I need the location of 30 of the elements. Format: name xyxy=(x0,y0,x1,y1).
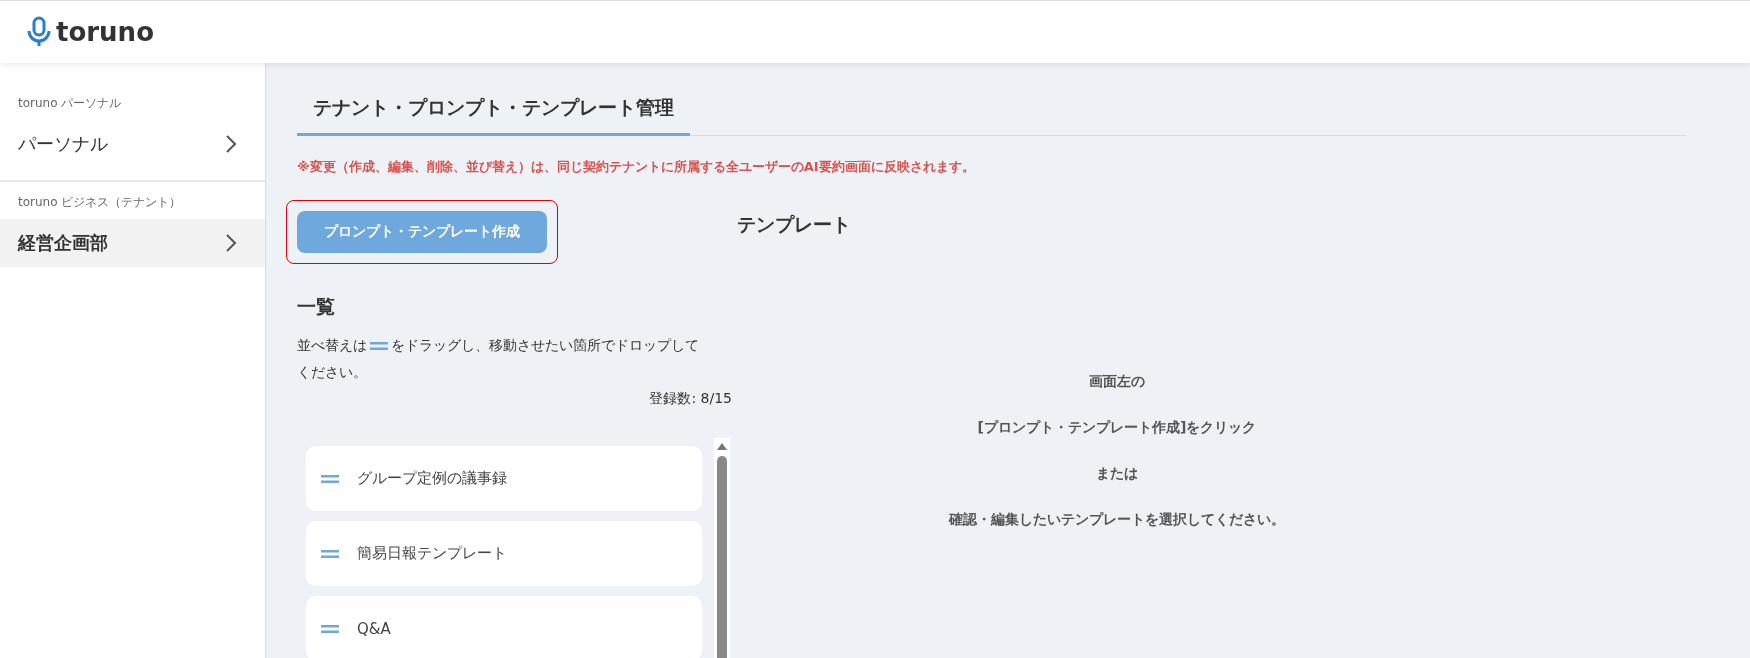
detail-heading: テンプレート xyxy=(737,212,852,237)
sidebar-item[interactable]: パーソナル xyxy=(0,120,265,168)
microphone-icon xyxy=(26,16,52,48)
list-heading: 一覧 xyxy=(297,294,336,319)
sidebar-item[interactable]: 経営企画部 xyxy=(0,219,265,267)
instruction-text: [プロンプト・テンプレート作成]をクリック xyxy=(977,419,1257,437)
scroll-up-icon[interactable] xyxy=(717,443,727,450)
scrollbar[interactable] xyxy=(714,438,730,658)
drag-handle-icon xyxy=(370,342,388,350)
registration-count: 登録数: 8/15 xyxy=(648,390,732,408)
instruction-text: 画面左の xyxy=(1089,373,1145,391)
reorder-hint: をドラッグし、移動させたい箇所でドロップして xyxy=(391,337,699,353)
drag-handle-icon xyxy=(321,474,339,483)
sidebar-section-label: toruno パーソナル xyxy=(17,95,123,112)
scrollbar-thumb[interactable] xyxy=(717,456,727,658)
reorder-hint: 並べ替えは xyxy=(297,337,367,353)
chevron-right-icon xyxy=(225,134,237,154)
template-list-item[interactable]: Q&A xyxy=(306,596,702,658)
drag-handle-icon xyxy=(321,549,339,558)
logo-text: toruno xyxy=(56,17,154,47)
instruction-text: または xyxy=(1096,465,1138,483)
drag-handle-icon xyxy=(321,624,339,633)
template-list-item[interactable]: 簡易日報テンプレート xyxy=(306,521,702,586)
template-list-item[interactable]: グループ定例の議事録 xyxy=(306,446,702,511)
instruction-text: 確認・編集したいテンプレートを選択してください。 xyxy=(949,511,1285,529)
chevron-right-icon xyxy=(225,233,237,253)
tab[interactable]: テナント・プロンプト・テンプレート管理 xyxy=(297,83,690,136)
sidebar-section-label: toruno ビジネス（テナント） xyxy=(17,194,183,211)
reorder-hint: ください。 xyxy=(297,364,367,380)
notice-text: ※変更（作成、編集、削除、並び替え）は、同じ契約テナントに所属する全ユーザーのAI要約画面に反映されます。 xyxy=(297,158,976,176)
